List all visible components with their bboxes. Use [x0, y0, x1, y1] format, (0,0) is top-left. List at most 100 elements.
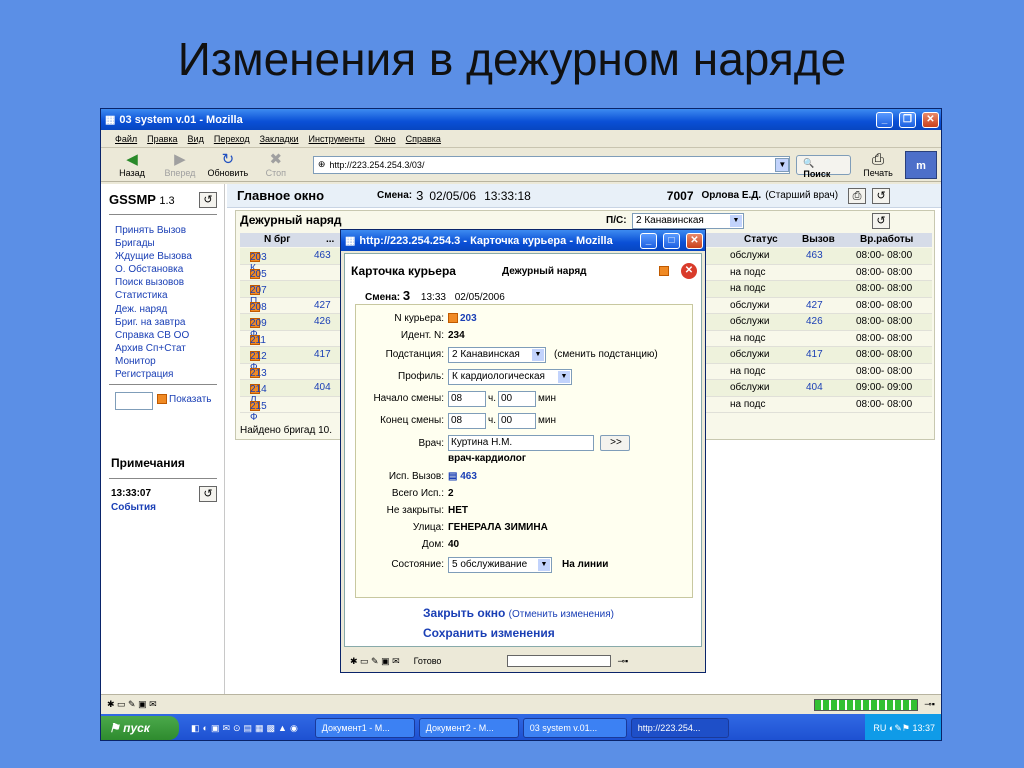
tray-icons: ◐✎⚑ — [888, 723, 910, 733]
status-text: Готово — [413, 656, 442, 666]
menu-item-tomorrow[interactable]: Бриг. на завтра — [115, 316, 192, 329]
back-button[interactable]: ◀ Назад — [111, 151, 153, 178]
menu-item-registration[interactable]: Регистрация — [115, 368, 192, 381]
end-hour-input[interactable]: 08 — [448, 413, 486, 429]
lang-indicator[interactable]: RU — [873, 723, 886, 733]
document-icon[interactable] — [659, 266, 669, 276]
cancel-changes-link[interactable]: (Отменить изменения) — [509, 609, 614, 620]
start-hour-input[interactable]: 08 — [448, 391, 486, 407]
task-03system[interactable]: 03 system v.01... — [522, 718, 627, 738]
window-title: 03 system v.01 - Mozilla — [119, 113, 243, 126]
document-icon — [448, 313, 458, 324]
line-status: На линии — [562, 559, 609, 570]
close-window-link[interactable]: Закрыть окно (Отменить изменения) — [423, 606, 614, 620]
end-minute-input[interactable]: 00 — [498, 413, 536, 429]
change-substation-link[interactable]: (сменить подстанцию) — [554, 349, 658, 360]
isp-label: Исп. Вызов: — [388, 471, 444, 482]
divider — [109, 384, 217, 385]
notclosed-value: НЕТ — [448, 505, 468, 516]
quick-launch-icons[interactable]: ◧◐▣✉⊙▤▦▩▲◉ — [191, 723, 301, 734]
minimize-button[interactable]: _ — [640, 232, 657, 249]
courier-card-popup: ▦ http://223.254.254.3 - Карточка курьер… — [340, 229, 706, 673]
refresh-duty-button[interactable]: ↺ — [872, 213, 890, 229]
ps-label: П/С: — [606, 215, 627, 226]
search-icon: 🔍 — [803, 157, 815, 168]
courier-number[interactable]: 203 — [448, 313, 477, 324]
save-changes-link[interactable]: Сохранить изменения — [423, 626, 555, 640]
courier-label: N курьера: — [394, 313, 444, 324]
notclosed-label: Не закрыты: — [386, 505, 444, 516]
start-minute-input[interactable]: 00 — [498, 391, 536, 407]
menu-edit[interactable]: Правка — [147, 134, 177, 144]
reload-button[interactable]: ↻ Обновить — [207, 150, 249, 178]
card-shift: Смена: 3 13:33 02/05/2006 — [365, 288, 505, 303]
status-icons: ✱ ▭ ✎ ▣ ✉ — [350, 655, 400, 666]
refresh-notes-button[interactable]: ↺ — [199, 486, 217, 502]
task-http[interactable]: http://223.254... — [630, 718, 729, 738]
task-document1[interactable]: Документ1 - М... — [314, 718, 415, 738]
ident-label: Идент. N: — [400, 330, 444, 341]
forward-button[interactable]: ▶ Вперед — [159, 150, 201, 178]
minimize-button[interactable]: _ — [876, 111, 893, 128]
doctor-input[interactable]: Куртина Н.М. — [448, 435, 594, 451]
menu-file[interactable]: Файл — [115, 134, 137, 144]
reload-icon: ↻ — [221, 150, 235, 168]
menu-item-situation[interactable]: О. Обстановка — [115, 263, 192, 276]
maximize-button[interactable]: ❐ — [899, 111, 916, 128]
minute-label: мин — [538, 415, 556, 426]
left-menu: Принять Вызов Бригады Ждущие Вызова О. О… — [115, 224, 192, 381]
duty-title: Дежурный наряд — [240, 213, 342, 227]
start-button[interactable]: ⚑ пуск — [101, 716, 179, 740]
forward-arrow-icon: ▶ — [174, 150, 186, 168]
refresh-left-button[interactable]: ↺ — [199, 192, 217, 208]
browser-logo: m — [905, 150, 937, 179]
close-button[interactable]: ✕ — [686, 232, 703, 249]
task-document2[interactable]: Документ2 - М... — [418, 718, 519, 738]
print-button[interactable]: ⎙ Печать — [857, 151, 899, 178]
refresh-main-button[interactable]: ↺ — [872, 187, 891, 204]
menu-bookmarks[interactable]: Закладки — [260, 134, 299, 144]
url-bar[interactable]: ⊕ http://223.254.254.3/03/ ▼ — [312, 155, 791, 174]
popup-content: Карточка курьера Дежурный наряд ✕ Смена:… — [344, 253, 702, 647]
isp-call-link[interactable]: ▤ 463 — [448, 471, 477, 482]
menu-item-duty[interactable]: Деж. наряд — [115, 303, 192, 316]
close-button[interactable]: ✕ — [922, 111, 939, 128]
menu-view[interactable]: Вид — [188, 134, 204, 144]
substation-label: Подстанция: — [385, 349, 444, 360]
col-call: Вызов — [802, 234, 835, 245]
windows-flag-icon: ⚑ — [109, 721, 120, 735]
menu-item-accept-call[interactable]: Принять Вызов — [115, 224, 192, 237]
popup-status-bar: ✱ ▭ ✎ ▣ ✉ Готово ⊸▪ — [344, 652, 702, 670]
menu-item-monitor[interactable]: Монитор — [115, 355, 192, 368]
doctor-specialty: врач-кардиолог — [448, 453, 526, 464]
profile-select[interactable]: К кардиологическая ▼ — [448, 369, 572, 385]
maximize-button[interactable]: □ — [663, 232, 680, 249]
menu-item-archive[interactable]: Архив Сп+Стат — [115, 342, 192, 355]
stop-button[interactable]: ✖ Стоп — [255, 151, 297, 178]
substation-select[interactable]: 2 Канавинская ▼ — [448, 347, 546, 363]
menu-item-reference[interactable]: Справка СВ ОО — [115, 329, 192, 342]
menu-help[interactable]: Справка — [406, 134, 441, 144]
state-select[interactable]: 5 обслуживание ▼ — [448, 557, 552, 573]
doctor-select-button[interactable]: >> — [600, 435, 630, 451]
menu-item-search-calls[interactable]: Поиск вызовов — [115, 276, 192, 289]
show-button[interactable]: Показать — [157, 394, 212, 405]
menu-go[interactable]: Переход — [214, 134, 250, 144]
menu-item-waiting[interactable]: Ждущие Вызова — [115, 250, 192, 263]
substation-select[interactable]: 2 Канавинская ▼ — [632, 213, 744, 229]
print-icon[interactable]: ⎙ — [848, 187, 867, 204]
popup-titlebar: ▦ http://223.254.254.3 - Карточка курьер… — [341, 230, 705, 251]
chevron-down-icon[interactable]: ▼ — [775, 157, 790, 172]
events-link[interactable]: События — [111, 502, 156, 513]
menu-window[interactable]: Окно — [375, 134, 396, 144]
header-time: 13:33:18 — [484, 188, 531, 203]
menu-tools[interactable]: Инструменты — [309, 134, 365, 144]
card-subtitle: Дежурный наряд — [501, 265, 587, 277]
close-icon[interactable]: ✕ — [681, 263, 697, 279]
search-button[interactable]: 🔍 Поиск — [796, 154, 852, 179]
menu-item-brigades[interactable]: Бригады — [115, 237, 192, 250]
menu-item-statistics[interactable]: Статистика — [115, 289, 192, 302]
house-label: Дом: — [421, 539, 444, 550]
number-input[interactable] — [115, 392, 153, 410]
chevron-down-icon: ▼ — [558, 371, 570, 383]
